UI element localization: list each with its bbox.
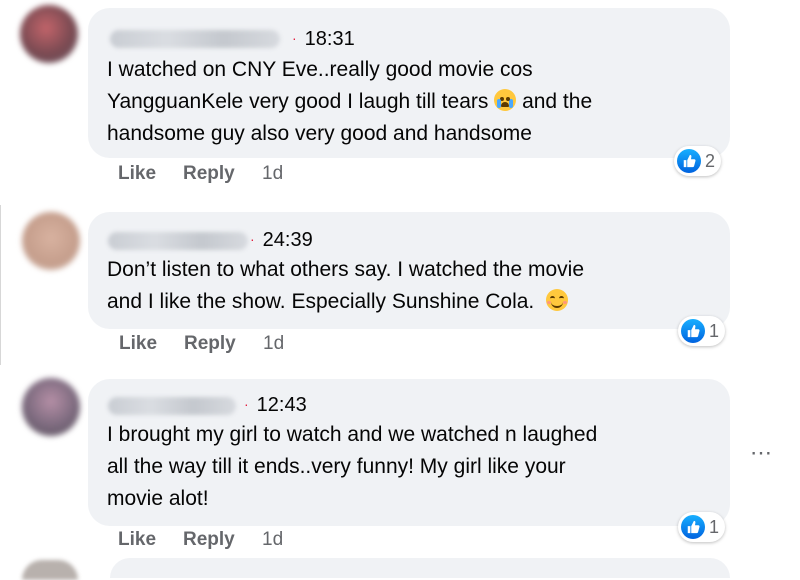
- like-button[interactable]: Like: [118, 529, 156, 551]
- like-reaction-icon: [681, 515, 705, 539]
- crying-face-icon: [494, 89, 517, 111]
- comment-time: · 18:31: [292, 28, 355, 50]
- like-reaction-icon: [681, 319, 705, 343]
- like-button[interactable]: Like: [118, 163, 156, 185]
- reaction-count: 2: [705, 150, 716, 171]
- comment-text: Don’t listen to what others say. I watch…: [107, 258, 585, 313]
- reply-button[interactable]: Reply: [184, 333, 236, 355]
- reaction-summary[interactable]: 2: [674, 146, 722, 176]
- like-button[interactable]: Like: [119, 333, 157, 355]
- reply-button[interactable]: Reply: [183, 163, 235, 185]
- commenter-name[interactable]: [108, 397, 236, 415]
- comment-age[interactable]: 1d: [263, 333, 284, 355]
- reaction-summary[interactable]: 1: [678, 512, 726, 542]
- reaction-summary[interactable]: 1: [678, 316, 726, 346]
- avatar[interactable]: [22, 212, 80, 270]
- divider: [0, 205, 1, 365]
- commenter-name[interactable]: [110, 30, 280, 48]
- avatar[interactable]: [22, 378, 80, 436]
- reaction-count: 1: [709, 516, 720, 537]
- more-options-icon[interactable]: ⋯: [750, 440, 773, 466]
- like-reaction-icon: [677, 149, 701, 173]
- comment-time: · 12:43: [244, 394, 307, 416]
- commenter-name[interactable]: [108, 232, 248, 250]
- comment-age[interactable]: 1d: [262, 163, 283, 185]
- comment-text: I watched on CNY Eve..really good movie …: [107, 58, 593, 145]
- avatar[interactable]: [20, 5, 78, 63]
- avatar[interactable]: [22, 560, 78, 580]
- smiling-face-icon: [546, 289, 569, 311]
- comment-bubble: [110, 558, 730, 578]
- comment-time: · 24:39: [250, 229, 313, 251]
- comment-age[interactable]: 1d: [262, 529, 283, 551]
- reaction-count: 1: [709, 320, 720, 341]
- reply-button[interactable]: Reply: [183, 529, 235, 551]
- comment-text: I brought my girl to watch and we watche…: [107, 423, 598, 510]
